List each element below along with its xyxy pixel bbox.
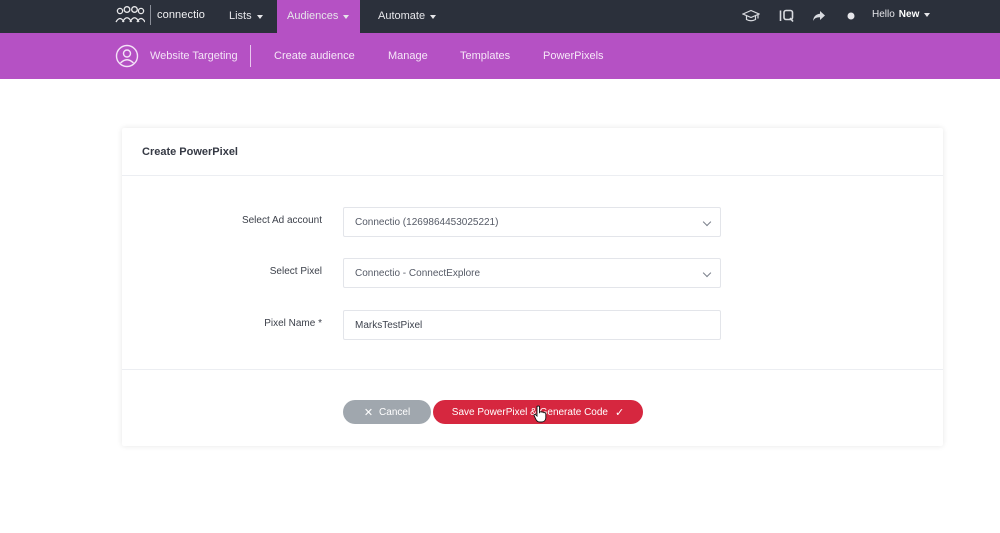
subnav-manage[interactable]: Manage [388, 33, 428, 79]
nav-automate-label: Automate [378, 10, 426, 22]
pixel-label: Select Pixel [269, 266, 322, 277]
people-logo-icon [115, 6, 145, 23]
chevron-down-icon [256, 14, 263, 19]
pixel-name-label: Pixel Name * [264, 318, 322, 329]
nav-audiences[interactable]: Audiences [277, 0, 360, 33]
user-circle-icon [115, 44, 139, 68]
card-title: Create PowerPixel [142, 146, 238, 158]
cancel-label: Cancel [379, 406, 411, 418]
brand-name: connectio [157, 9, 205, 21]
create-powerpixel-card: Create PowerPixel Select Ad account Conn… [122, 128, 943, 446]
cancel-button[interactable]: ✕ Cancel [343, 400, 431, 424]
sub-navbar: Website Targeting Create audience Manage… [0, 33, 1000, 79]
brand-logo[interactable]: connectio [115, 4, 205, 26]
pixel-select[interactable]: Connectio - ConnectExplore [343, 258, 721, 288]
chevron-down-icon [702, 217, 712, 227]
chevron-down-icon [343, 14, 350, 19]
subnav-create-audience[interactable]: Create audience [274, 33, 355, 79]
subnav-divider [250, 45, 251, 67]
ad-account-value: Connectio (1269864453025221) [355, 216, 499, 228]
nav-audiences-label: Audiences [287, 10, 339, 22]
iq-icon[interactable] [778, 7, 796, 25]
nav-lists[interactable]: Lists [219, 0, 273, 33]
save-label: Save PowerPixel & Generate Code [451, 406, 608, 418]
card-header: Create PowerPixel [122, 128, 943, 176]
ad-account-select[interactable]: Connectio (1269864453025221) [343, 207, 721, 237]
user-name: New [898, 9, 920, 20]
ad-account-label: Select Ad account [241, 215, 322, 226]
card-divider [122, 369, 943, 370]
hello-text: Hello [872, 9, 895, 20]
pixel-name-input[interactable]: MarksTestPixel [343, 310, 721, 340]
section-title: Website Targeting [150, 50, 238, 62]
pixel-value: Connectio - ConnectExplore [355, 267, 481, 279]
chevron-down-icon [430, 14, 437, 19]
subnav-templates[interactable]: Templates [460, 33, 510, 79]
subnav-powerpixels[interactable]: PowerPixels [543, 33, 604, 79]
graduation-cap-icon[interactable] [742, 7, 760, 25]
chevron-down-icon [924, 12, 931, 17]
pixel-name-value: MarksTestPixel [355, 319, 423, 331]
status-dot-icon [842, 7, 860, 25]
nav-automate[interactable]: Automate [368, 0, 446, 33]
close-icon: ✕ [363, 406, 374, 419]
top-navbar: connectio Lists Audiences Automate Hello… [0, 0, 1000, 33]
hand-cursor-icon [533, 405, 547, 423]
user-menu[interactable]: Hello New [872, 0, 931, 29]
checkmark-icon: ✓ [614, 406, 625, 419]
nav-lists-label: Lists [229, 10, 252, 22]
share-icon[interactable] [810, 7, 828, 25]
chevron-down-icon [702, 268, 712, 278]
brand-divider [150, 5, 151, 25]
